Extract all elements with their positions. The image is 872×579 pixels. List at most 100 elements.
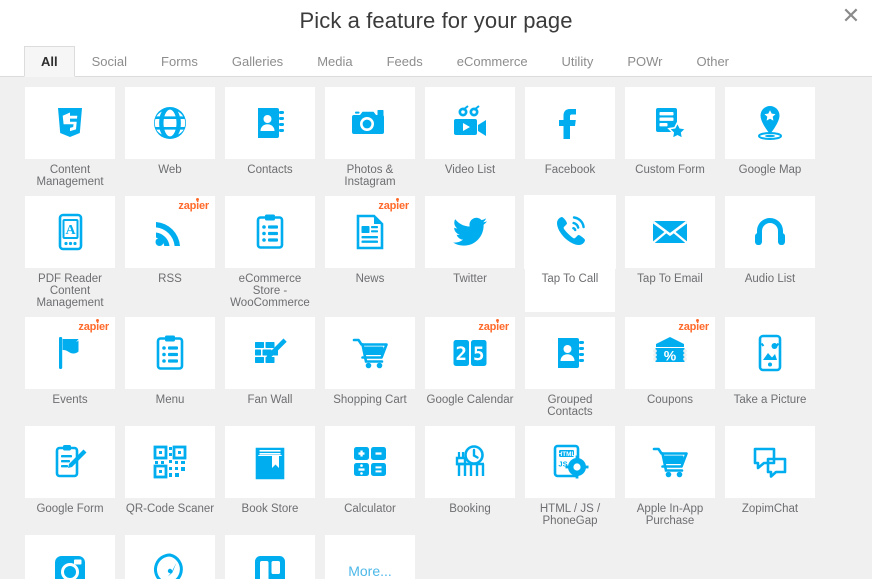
- feature-cell[interactable]: Photos & Instagram: [325, 87, 415, 188]
- feature-tile[interactable]: [725, 426, 815, 498]
- tab-feeds[interactable]: Feeds: [370, 46, 440, 76]
- feature-cell[interactable]: ZopimChat: [725, 426, 815, 527]
- feature-cell[interactable]: zapier25Google Calendar: [425, 317, 515, 418]
- feature-cell[interactable]: APDF Reader Content Management: [25, 196, 115, 309]
- feature-tile[interactable]: [225, 196, 315, 268]
- tab-forms[interactable]: Forms: [144, 46, 215, 76]
- feature-tile[interactable]: [625, 426, 715, 498]
- feature-cell[interactable]: Trello: [225, 535, 315, 579]
- feature-tile[interactable]: [225, 426, 315, 498]
- feature-tile[interactable]: [225, 317, 315, 389]
- feature-tile[interactable]: [725, 196, 815, 268]
- feature-picker-dialog: Pick a feature for your page ✕ AllSocial…: [0, 0, 872, 579]
- feature-cell[interactable]: Google Form: [25, 426, 115, 527]
- feature-tile[interactable]: More...: [325, 535, 415, 579]
- feature-tile[interactable]: zapier%: [625, 317, 715, 389]
- feature-tile[interactable]: [525, 87, 615, 159]
- tab-all[interactable]: All: [24, 46, 75, 77]
- feature-tile[interactable]: [125, 317, 215, 389]
- envelope-icon: [648, 210, 692, 254]
- feature-cell[interactable]: eCommerce Store - WooCommerce: [225, 196, 315, 309]
- feature-tile[interactable]: [425, 426, 515, 498]
- page-title: Pick a feature for your page: [0, 8, 872, 34]
- feature-cell[interactable]: Calculator: [325, 426, 415, 527]
- feature-tile[interactable]: zapier: [125, 196, 215, 268]
- feature-cell[interactable]: Fan Wall: [225, 317, 315, 418]
- feature-cell[interactable]: Custom Form: [625, 87, 715, 188]
- feature-cell[interactable]: zapierRSS: [125, 196, 215, 309]
- tab-ecommerce[interactable]: eCommerce: [440, 46, 545, 76]
- tab-label: Other: [696, 54, 729, 69]
- feature-cell[interactable]: Acuity Scheduling: [125, 535, 215, 579]
- feature-tile[interactable]: [125, 426, 215, 498]
- feature-cell[interactable]: Book Store: [225, 426, 315, 527]
- feature-tile[interactable]: [625, 196, 715, 268]
- tab-social[interactable]: Social: [75, 46, 144, 76]
- feature-cell[interactable]: QR-Code Scaner: [125, 426, 215, 527]
- booking-clock-icon: [448, 440, 492, 484]
- feature-cell[interactable]: Grouped Contacts: [525, 317, 615, 418]
- feature-tile[interactable]: [25, 535, 115, 579]
- tab-galleries[interactable]: Galleries: [215, 46, 300, 76]
- feature-cell[interactable]: Video List: [425, 87, 515, 188]
- tab-media[interactable]: Media: [300, 46, 369, 76]
- zapier-badge: zapier: [478, 321, 509, 333]
- feature-cell[interactable]: Tap To Email: [625, 196, 715, 309]
- feature-cell[interactable]: Shopping Cart: [325, 317, 415, 418]
- feature-tile[interactable]: A: [25, 196, 115, 268]
- feature-label: QR-Code Scaner: [125, 503, 215, 515]
- dialog-header: Pick a feature for your page ✕: [0, 0, 872, 46]
- feature-tile[interactable]: zapier: [25, 317, 115, 389]
- tab-utility[interactable]: Utility: [545, 46, 611, 76]
- feature-label: Coupons: [625, 394, 715, 406]
- feature-tile[interactable]: [525, 196, 615, 268]
- feature-cell[interactable]: zapierEvents: [25, 317, 115, 418]
- feature-tile[interactable]: HTMLJS: [525, 426, 615, 498]
- feature-tile[interactable]: [25, 87, 115, 159]
- feature-cell[interactable]: Contacts: [225, 87, 315, 188]
- feature-label: Google Map: [725, 164, 815, 176]
- feature-cell[interactable]: Take a Picture: [725, 317, 815, 418]
- category-tabbar: AllSocialFormsGalleriesMedia Feeds eCommer…: [0, 46, 872, 77]
- feature-cell[interactable]: Instagram: [25, 535, 115, 579]
- qr-code-icon: [148, 440, 192, 484]
- feature-tile[interactable]: [325, 317, 415, 389]
- feature-cell[interactable]: Google Map: [725, 87, 815, 188]
- feature-cell[interactable]: Content Management: [25, 87, 115, 188]
- feature-cell[interactable]: More...: [325, 535, 415, 579]
- feature-tile[interactable]: [225, 87, 315, 159]
- feature-tile[interactable]: zapier: [325, 196, 415, 268]
- feature-cell[interactable]: Booking: [425, 426, 515, 527]
- feature-cell[interactable]: zapierNews: [325, 196, 415, 309]
- feature-tile[interactable]: [225, 535, 315, 579]
- feature-tile[interactable]: zapier25: [425, 317, 515, 389]
- feature-label: Grouped Contacts: [525, 394, 615, 418]
- feature-tile[interactable]: [625, 87, 715, 159]
- feature-label: Google Form: [25, 503, 115, 515]
- feature-tile[interactable]: [125, 87, 215, 159]
- feature-tile[interactable]: [325, 426, 415, 498]
- feature-cell[interactable]: Twitter: [425, 196, 515, 309]
- feature-tile[interactable]: [525, 317, 615, 389]
- feature-cell[interactable]: Apple In-App Purchase: [625, 426, 715, 527]
- feature-cell[interactable]: Web: [125, 87, 215, 188]
- feature-cell[interactable]: HTMLJSHTML / JS / PhoneGap: [525, 426, 615, 527]
- feature-tile[interactable]: [725, 317, 815, 389]
- feature-cell[interactable]: Facebook: [525, 87, 615, 188]
- tab-other[interactable]: Other: [679, 46, 746, 76]
- feature-cell[interactable]: Menu: [125, 317, 215, 418]
- feature-tile[interactable]: [325, 87, 415, 159]
- feature-label: Take a Picture: [725, 394, 815, 406]
- video-camera-icon: [448, 101, 492, 145]
- tab-label: Feeds: [387, 54, 423, 69]
- feature-cell[interactable]: Tap To Call: [525, 196, 615, 309]
- tab-powr[interactable]: POWr: [610, 46, 679, 76]
- feature-tile[interactable]: [425, 87, 515, 159]
- feature-cell[interactable]: zapier% Coupons: [625, 317, 715, 418]
- feature-cell[interactable]: Audio List: [725, 196, 815, 309]
- feature-tile[interactable]: [725, 87, 815, 159]
- feature-tile[interactable]: [125, 535, 215, 579]
- feature-tile[interactable]: [425, 196, 515, 268]
- close-icon[interactable]: ✕: [836, 2, 866, 32]
- feature-tile[interactable]: [25, 426, 115, 498]
